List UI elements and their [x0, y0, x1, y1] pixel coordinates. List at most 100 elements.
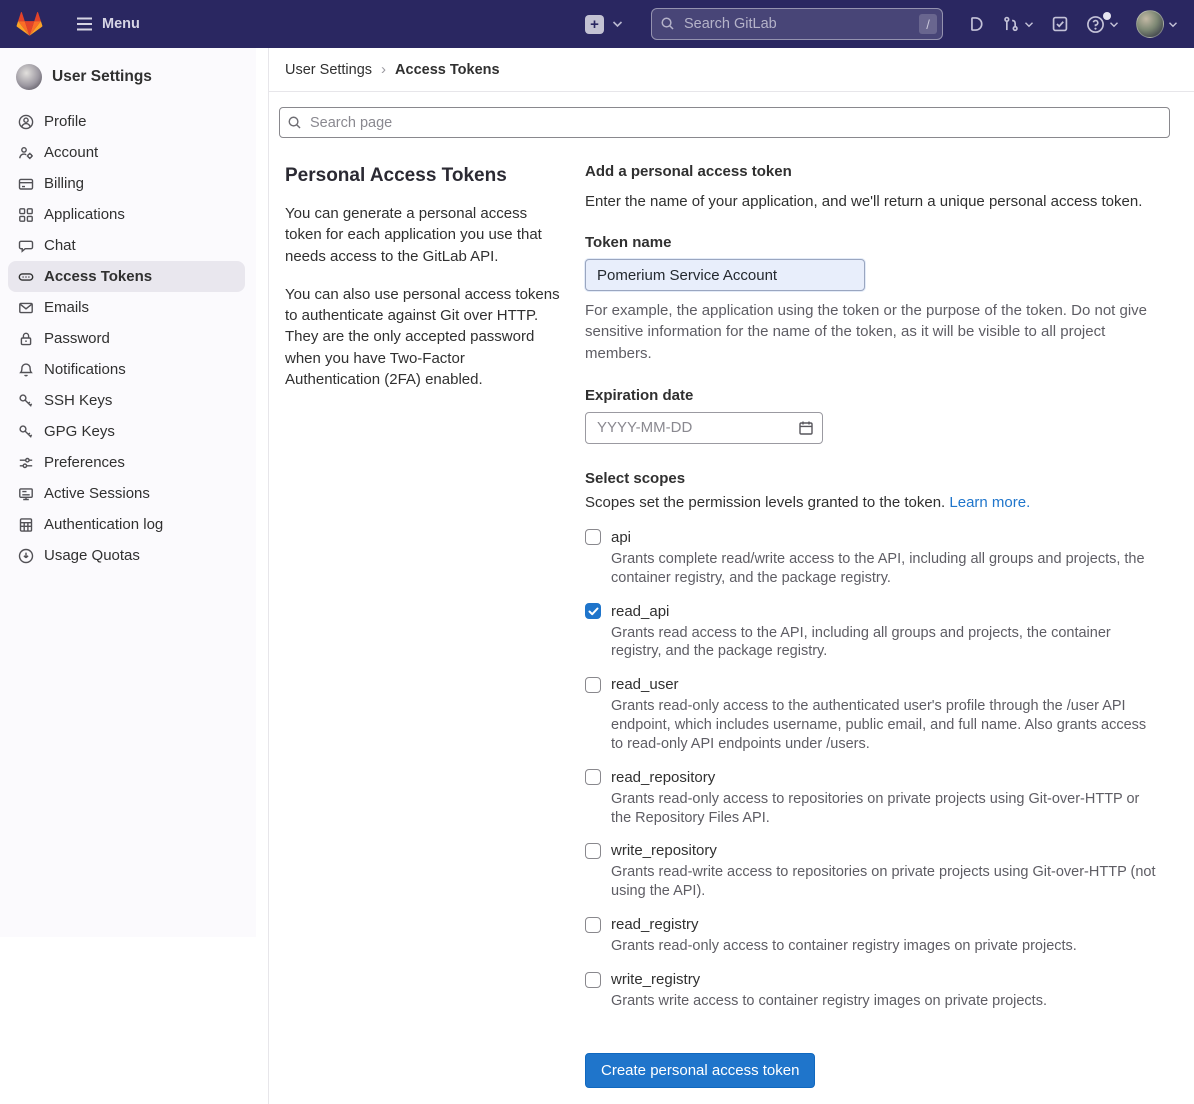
scope-checkbox-row[interactable]: read_api [585, 603, 1170, 620]
navbar-icons [967, 10, 1178, 38]
chat-icon [18, 238, 34, 254]
notification-dot [1103, 12, 1111, 20]
scope-checkbox[interactable] [585, 972, 601, 988]
sidebar-header: User Settings [0, 60, 256, 106]
scopes-hint-text: Scopes set the permission levels granted… [585, 494, 945, 511]
top-navbar: Menu + / [0, 0, 1194, 48]
scope-checkbox-row[interactable]: write_repository [585, 842, 1170, 859]
scope-description: Grants complete read/write access to the… [611, 550, 1157, 588]
scope-name: read_api [611, 603, 669, 620]
chevron-down-icon [1168, 21, 1178, 28]
bell-icon [18, 362, 34, 378]
sidebar-item[interactable]: Emails [8, 292, 245, 323]
issues-button[interactable] [967, 15, 985, 33]
description-paragraph: You can generate a personal access token… [285, 203, 561, 267]
help-menu-button[interactable] [1086, 15, 1119, 34]
sidebar-item[interactable]: Usage Quotas [8, 540, 245, 571]
sidebar-item-label: Applications [44, 206, 125, 223]
scope-name: write_registry [611, 971, 700, 988]
sidebar-item[interactable]: Preferences [8, 447, 245, 478]
gitlab-logo-icon[interactable] [16, 11, 43, 37]
sidebar-item[interactable]: Chat [8, 230, 245, 261]
breadcrumb-user-settings[interactable]: User Settings [285, 62, 372, 78]
sidebar-item-label: Usage Quotas [44, 547, 140, 564]
page-search [279, 107, 1170, 138]
scope-checkbox[interactable] [585, 917, 601, 933]
scopes-list: api Grants complete read/write access to… [585, 529, 1170, 1011]
hamburger-icon [76, 17, 93, 31]
scope-name: read_user [611, 676, 679, 693]
scope-row: read_api Grants read access to the API, … [585, 603, 1170, 662]
page-title: Personal Access Tokens [285, 165, 561, 187]
user-avatar [1136, 10, 1164, 38]
breadcrumb: User Settings › Access Tokens [269, 48, 1194, 92]
scope-row: read_registry Grants read-only access to… [585, 916, 1170, 956]
scope-checkbox-row[interactable]: api [585, 529, 1170, 546]
log-icon [18, 517, 34, 533]
plus-icon: + [585, 15, 604, 34]
search-icon [660, 16, 675, 31]
breadcrumb-access-tokens: Access Tokens [395, 62, 500, 78]
scope-row: write_registry Grants write access to co… [585, 971, 1170, 1011]
sidebar-item[interactable]: Applications [8, 199, 245, 230]
scope-checkbox[interactable] [585, 529, 601, 545]
merge-requests-button[interactable] [1002, 15, 1034, 33]
calendar-icon[interactable] [798, 420, 814, 436]
sidebar-item[interactable]: SSH Keys [8, 385, 245, 416]
scope-checkbox[interactable] [585, 603, 601, 619]
expiration-date-input[interactable] [585, 412, 823, 444]
sidebar-item[interactable]: Billing [8, 168, 245, 199]
token-name-help: For example, the application using the t… [585, 300, 1170, 364]
applications-icon [18, 207, 34, 223]
sidebar-item[interactable]: GPG Keys [8, 416, 245, 447]
learn-more-link[interactable]: Learn more. [949, 494, 1030, 511]
sidebar-item-label: Profile [44, 113, 87, 130]
menu-button[interactable]: Menu [76, 16, 140, 32]
sidebar-item[interactable]: Profile [8, 106, 245, 137]
lock-icon [18, 331, 34, 347]
page-search-input[interactable] [279, 107, 1170, 138]
breadcrumb-separator-icon: › [381, 61, 386, 78]
token-form: Add a personal access token Enter the na… [585, 161, 1170, 1104]
scope-name: read_repository [611, 769, 715, 786]
help-icon [1086, 15, 1105, 34]
sidebar-item[interactable]: Authentication log [8, 509, 245, 540]
sidebar-item[interactable]: Notifications [8, 354, 245, 385]
sidebar-item-label: GPG Keys [44, 423, 115, 440]
sidebar-item[interactable]: Active Sessions [8, 478, 245, 509]
todo-check-icon [1051, 15, 1069, 33]
scope-checkbox[interactable] [585, 677, 601, 693]
quota-icon [18, 548, 34, 564]
sidebar-item-label: Password [44, 330, 110, 347]
scope-checkbox-row[interactable]: write_registry [585, 971, 1170, 988]
scope-description: Grants read access to the API, including… [611, 624, 1157, 662]
sidebar-item-label: Billing [44, 175, 84, 192]
scope-checkbox-row[interactable]: read_registry [585, 916, 1170, 933]
scope-name: read_registry [611, 916, 699, 933]
token-name-input[interactable] [585, 259, 865, 291]
scope-checkbox-row[interactable]: read_user [585, 676, 1170, 693]
scope-checkbox-row[interactable]: read_repository [585, 769, 1170, 786]
todos-button[interactable] [1051, 15, 1069, 33]
form-intro: Enter the name of your application, and … [585, 193, 1170, 210]
scope-description: Grants read-only access to the authentic… [611, 697, 1157, 754]
global-search-input[interactable] [651, 8, 943, 40]
user-menu-button[interactable] [1136, 10, 1178, 38]
sidebar-item-label: Authentication log [44, 516, 163, 533]
sidebar-item[interactable]: Account [8, 137, 245, 168]
description-paragraph: You can also use personal access tokens … [285, 284, 561, 390]
sidebar-item-label: Active Sessions [44, 485, 150, 502]
new-menu-button[interactable]: + [585, 15, 623, 34]
sidebar-item[interactable]: Password [8, 323, 245, 354]
scope-row: api Grants complete read/write access to… [585, 529, 1170, 588]
scope-checkbox[interactable] [585, 769, 601, 785]
settings-sidebar: User Settings Profile Account Billing Ap… [0, 48, 256, 937]
email-icon [18, 300, 34, 316]
search-shortcut-key: / [919, 14, 937, 34]
billing-icon [18, 176, 34, 192]
sidebar-item[interactable]: Access Tokens [8, 261, 245, 292]
create-token-button[interactable]: Create personal access token [585, 1053, 815, 1088]
scope-checkbox[interactable] [585, 843, 601, 859]
account-icon [18, 145, 34, 161]
scope-row: write_repository Grants read-write acces… [585, 842, 1170, 901]
